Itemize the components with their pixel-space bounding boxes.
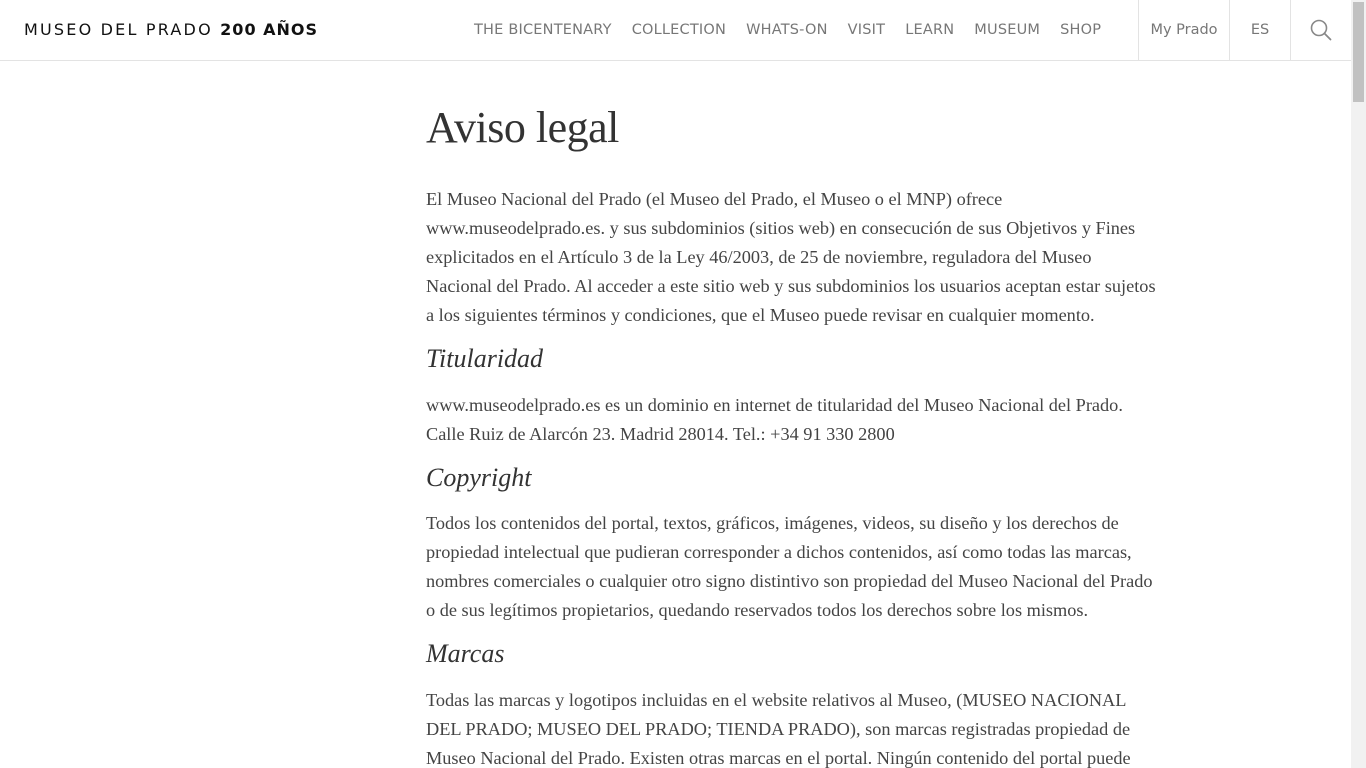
logo-years: 200 AÑOS: [220, 20, 319, 39]
scrollbar-thumb[interactable]: [1353, 2, 1364, 102]
nav-item-shop[interactable]: SHOP: [1050, 22, 1111, 38]
nav-item-whats-on[interactable]: WHATS-ON: [736, 22, 838, 38]
section-heading-titularidad: Titularidad: [426, 344, 544, 373]
search-button[interactable]: [1291, 0, 1351, 60]
nav-item-collection[interactable]: COLLECTION: [622, 22, 736, 38]
language-switch[interactable]: ES: [1230, 0, 1290, 60]
nav-item-bicentenary[interactable]: THE BICENTENARY: [464, 22, 622, 38]
site-logo[interactable]: MUSEO DEL PRADO 200 AÑOS: [24, 19, 318, 41]
page-title: Aviso legal: [426, 103, 619, 152]
section-heading-marcas: Marcas: [426, 639, 505, 668]
nav-item-visit[interactable]: VISIT: [838, 22, 896, 38]
my-prado-link[interactable]: My Prado: [1139, 0, 1229, 60]
nav-item-learn[interactable]: LEARN: [895, 22, 964, 38]
section-text-titularidad: www.museodelprado.es es un dominio en in…: [426, 395, 1123, 444]
section-text-marcas: Todas las marcas y logotipos incluidas e…: [426, 690, 1131, 768]
page-scrollbar[interactable]: [1351, 0, 1366, 768]
nav-item-museum[interactable]: MUSEUM: [964, 22, 1050, 38]
intro-paragraph: El Museo Nacional del Prado (el Museo de…: [426, 189, 1156, 325]
section-heading-copyright: Copyright: [426, 463, 532, 492]
section-text-copyright: Todos los contenidos del portal, textos,…: [426, 513, 1153, 620]
logo-text: MUSEO DEL PRADO: [24, 20, 213, 39]
site-header: MUSEO DEL PRADO 200 AÑOS THE BICENTENARY…: [0, 0, 1351, 61]
main-nav: THE BICENTENARY COLLECTION WHATS-ON VISI…: [464, 0, 1111, 60]
main-content: Aviso legal El Museo Nacional del Prado …: [426, 100, 1161, 768]
search-icon: [1310, 19, 1332, 41]
